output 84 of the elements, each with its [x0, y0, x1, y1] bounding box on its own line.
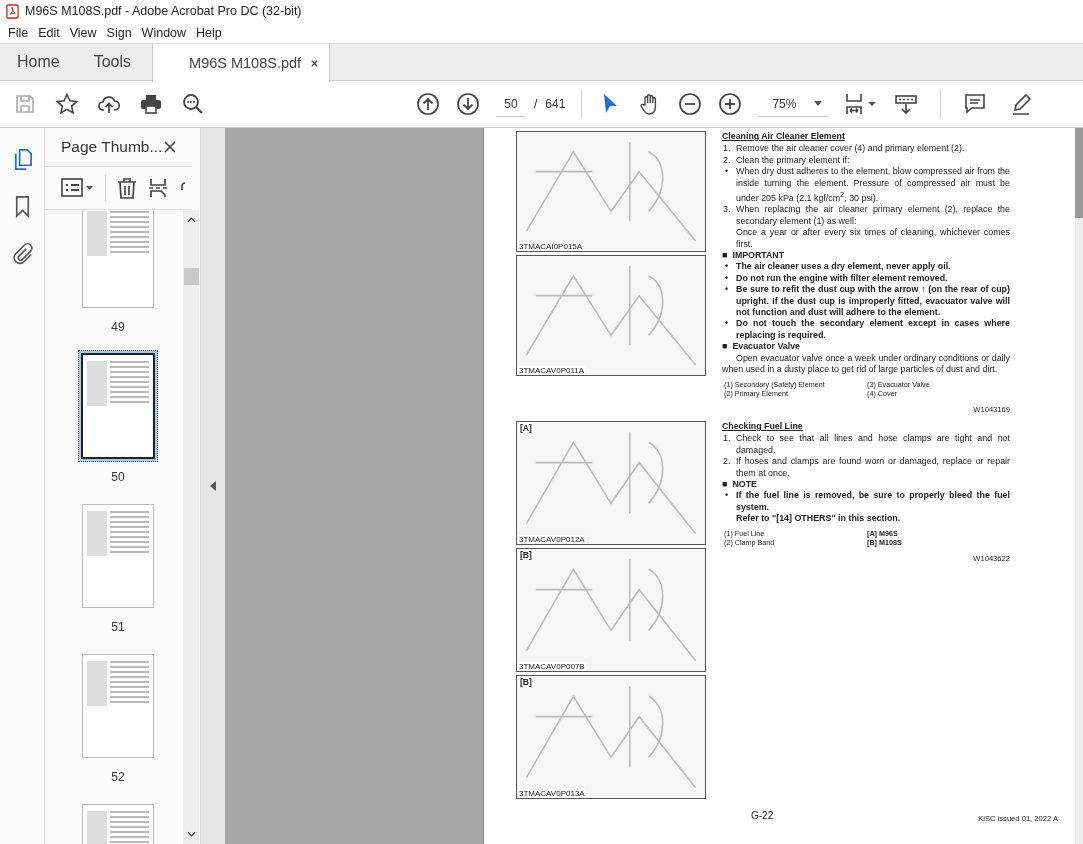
print-icon[interactable]	[139, 92, 163, 116]
scrollbar-thumb[interactable]	[1075, 128, 1083, 218]
next-page-icon[interactable]	[456, 92, 480, 116]
figure-tag: [A]	[519, 422, 533, 433]
list-text: Do not touch the secondary element except in cases where replacing is required.	[736, 318, 1010, 342]
trash-icon[interactable]	[116, 177, 138, 199]
thumbnail-label: 52	[111, 770, 125, 784]
list-text: Do not run the engine with filter element removed.	[736, 272, 949, 285]
options-list-icon[interactable]	[61, 177, 95, 199]
list-text: When dry dust adheres to the element, blow compressed air from the inside turning the element. Pressure of compressed air must be under 205 kPa (2.1 kgf/cm$^{2}$, 30 psi).	[736, 166, 1010, 205]
zoom-in-icon[interactable]	[718, 92, 743, 116]
list-text: When replacing the air cleaner primary element (2), replace the secondary element (1) as well:	[736, 204, 1010, 228]
list-text: Remove the air cleaner cover (4) and primary element (2).	[736, 143, 966, 155]
list-text: If hoses and clamps are found worn or damaged, replace or repair them at once.	[736, 456, 1010, 479]
menu-item[interactable]: Edit	[33, 25, 65, 40]
note-label: Evacuator Valve	[732, 341, 800, 353]
document-tab[interactable]: M96S M108S.pdf	[152, 44, 331, 82]
zoom-dropdown[interactable]: 75%	[758, 91, 829, 117]
figure-caption: 3TMACAI0P015A	[518, 242, 584, 251]
thumbnail-label: 49	[111, 320, 125, 334]
step-number: 1.	[722, 433, 732, 446]
menu-item[interactable]: Help	[191, 25, 227, 40]
window-title: M96S M108S.pdf - Adobe Acrobat Pro DC (32-bit)	[25, 4, 302, 18]
menu-item[interactable]: File	[3, 25, 34, 40]
page-thumbnail[interactable]	[78, 350, 158, 462]
pdf-file-icon	[6, 3, 19, 19]
menu-item[interactable]: Window	[136, 25, 192, 40]
bullet-mark: •	[724, 261, 730, 273]
section-heading: Checking Fuel Line	[722, 420, 804, 433]
figure-tag: [B]	[519, 549, 533, 560]
insert-page-icon[interactable]	[148, 177, 170, 199]
zoom-out-icon[interactable]	[678, 92, 703, 116]
figure-caption: 3TMACAV0P007B	[518, 661, 586, 671]
square-mark: ■	[722, 341, 728, 353]
figure-caption: 3TMACAV0P013A	[518, 788, 586, 798]
list-text: Be sure to refit the dust cup with the arrow ↑ (on the rear of cup) upright. If the dust cup is improperly fitted, evacuator valve will not function and dust will adhere to the element.	[736, 284, 1010, 319]
thumbnail-label: 51	[111, 620, 125, 634]
bullet-mark: •	[724, 318, 730, 331]
paragraph: Refer to "[14] OTHERS" in this section.	[735, 513, 902, 525]
menu-item[interactable]: Sign	[101, 25, 137, 40]
step-number: 3.	[722, 204, 732, 217]
bullet-mark: •	[724, 284, 730, 297]
close-icon[interactable]	[164, 141, 176, 153]
step-number: 2.	[722, 456, 732, 469]
figure-tag: [B]	[519, 676, 533, 687]
square-mark: ■	[722, 478, 728, 491]
scrollbar-thumb[interactable]	[183, 268, 199, 285]
note-label: NOTE	[732, 478, 757, 491]
zoom-search-icon[interactable]	[181, 92, 205, 116]
page-number: G-22	[751, 810, 774, 821]
fit-page-icon[interactable]	[844, 92, 879, 116]
page-total: 641	[545, 97, 566, 111]
step-number: 1.	[722, 143, 732, 155]
previous-page-icon[interactable]	[416, 92, 440, 116]
list-text: If the fuel line is removed, be sure to properly bleed the fuel system.	[736, 490, 1010, 514]
square-mark: ■	[722, 250, 728, 262]
note-label: IMPORTANT	[732, 250, 785, 262]
list-text: The air cleaner uses a dry element, never apply oil.	[736, 261, 952, 273]
caret-icon[interactable]	[814, 101, 823, 106]
bullet-mark: •	[724, 272, 730, 285]
star-icon[interactable]	[55, 92, 79, 116]
close-icon[interactable]	[310, 58, 320, 68]
menu-item[interactable]: View	[64, 25, 102, 40]
collapse-panel-icon[interactable]	[210, 481, 216, 491]
list-text: Clean the primary element if:	[736, 154, 851, 167]
section-heading: Cleaning Air Cleaner Element	[722, 131, 846, 143]
bullet-mark: •	[724, 490, 730, 503]
comment-icon[interactable]	[963, 92, 988, 116]
paperclip-icon[interactable]	[10, 242, 34, 265]
page-separator: /	[534, 97, 538, 111]
nav-tab[interactable]: Tools	[76, 44, 149, 80]
scroll-down-icon[interactable]	[186, 831, 196, 837]
scroll-up-icon[interactable]	[186, 217, 196, 223]
figure-caption: 3TMACAV0P012A	[518, 534, 586, 544]
step-number: 2.	[722, 154, 732, 167]
bullet-mark: •	[724, 166, 730, 179]
panel-title: Page Thumb...	[61, 138, 163, 156]
paragraph: Open evacuator valve once a week under ordinary conditions or daily when used in a dusty place to get rid of large particles of dust and dirt.	[722, 352, 1010, 376]
read-mode-icon[interactable]	[894, 92, 919, 116]
figure-caption: 3TMACAV0P011A	[518, 366, 586, 375]
list-text: Check to see that all lines and hose clamps are tight and not damaged.	[736, 433, 1010, 457]
nav-tab[interactable]: Home	[0, 44, 77, 80]
thumbnail-label: 50	[111, 470, 125, 484]
paragraph: Once a year or after every six times of cleaning, whichever comes first.	[735, 227, 1010, 251]
